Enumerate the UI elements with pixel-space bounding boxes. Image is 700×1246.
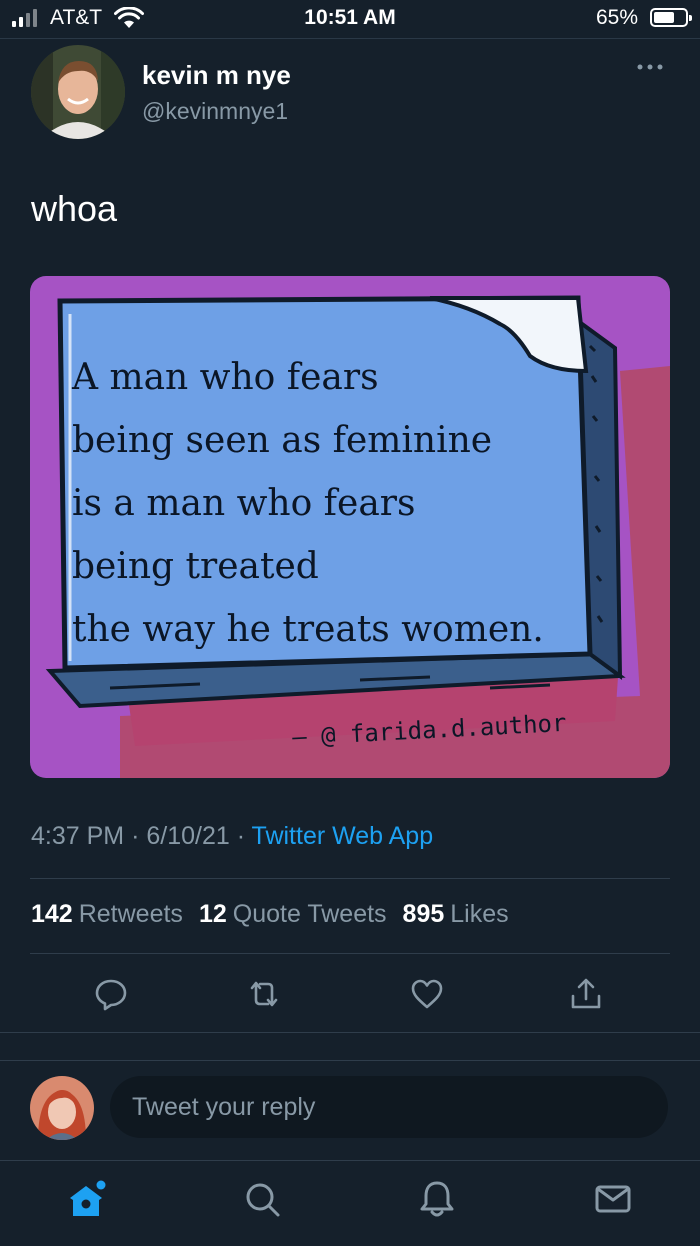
image-quote: A man who fears being seen as feminine is … [72, 346, 582, 661]
likes-label: Likes [450, 900, 509, 928]
battery-percent: 65% [595, 6, 638, 29]
retweets-stat[interactable]: 142 Retweets [31, 900, 183, 929]
home-icon[interactable] [66, 1178, 106, 1220]
battery-icon [650, 8, 692, 27]
quote-line: being treated [72, 546, 319, 587]
tweet-text: whoa [31, 188, 118, 229]
quote-tweets-stat[interactable]: 12 Quote Tweets [199, 900, 387, 929]
divider [30, 953, 670, 954]
quote-line: being seen as feminine [72, 420, 493, 461]
quote-line: is a man who fears [72, 483, 416, 524]
author-handle[interactable]: @kevinmnye1 [142, 98, 288, 125]
divider [0, 1032, 700, 1033]
tweet-source-link[interactable]: Twitter Web App [252, 822, 434, 850]
quote-tweets-label: Quote Tweets [232, 900, 387, 928]
retweet-icon[interactable] [246, 976, 282, 1012]
search-icon[interactable] [242, 1178, 282, 1220]
user-avatar[interactable] [30, 1076, 94, 1140]
comment-icon[interactable] [93, 976, 129, 1012]
tweet-image[interactable]: A man who fears being seen as feminine is … [30, 276, 670, 778]
quote-tweets-count: 12 [198, 900, 227, 928]
quote-line: the way he treats women. [72, 609, 544, 650]
tweet-date: 6/10/21 [146, 822, 230, 850]
status-bar: AT&T 10:51 AM 65% [0, 0, 700, 38]
status-divider [0, 38, 700, 39]
author-name[interactable]: kevin m nye [142, 60, 291, 91]
retweets-count: 142 [31, 900, 73, 928]
more-options-icon[interactable] [636, 62, 664, 72]
meta-dot: · [236, 822, 252, 850]
tweet-stats: 142 Retweets 12 Quote Tweets 895 Likes [31, 900, 509, 929]
divider [30, 878, 670, 879]
author-avatar[interactable] [31, 45, 125, 139]
meta-dot: · [131, 822, 147, 850]
bell-icon[interactable] [417, 1178, 457, 1220]
retweets-label: Retweets [78, 900, 183, 928]
mail-icon[interactable] [593, 1178, 633, 1220]
share-icon[interactable] [568, 976, 604, 1012]
heart-icon[interactable] [409, 976, 445, 1012]
likes-count: 895 [402, 900, 445, 928]
quote-line: A man who fears [72, 357, 379, 398]
tweet-time: 4:37 PM [31, 822, 125, 850]
likes-stat[interactable]: 895 Likes [403, 900, 509, 929]
reply-input[interactable] [110, 1076, 668, 1138]
tweet-meta: 4:37 PM · 6/10/21 · Twitter Web App [31, 822, 433, 851]
